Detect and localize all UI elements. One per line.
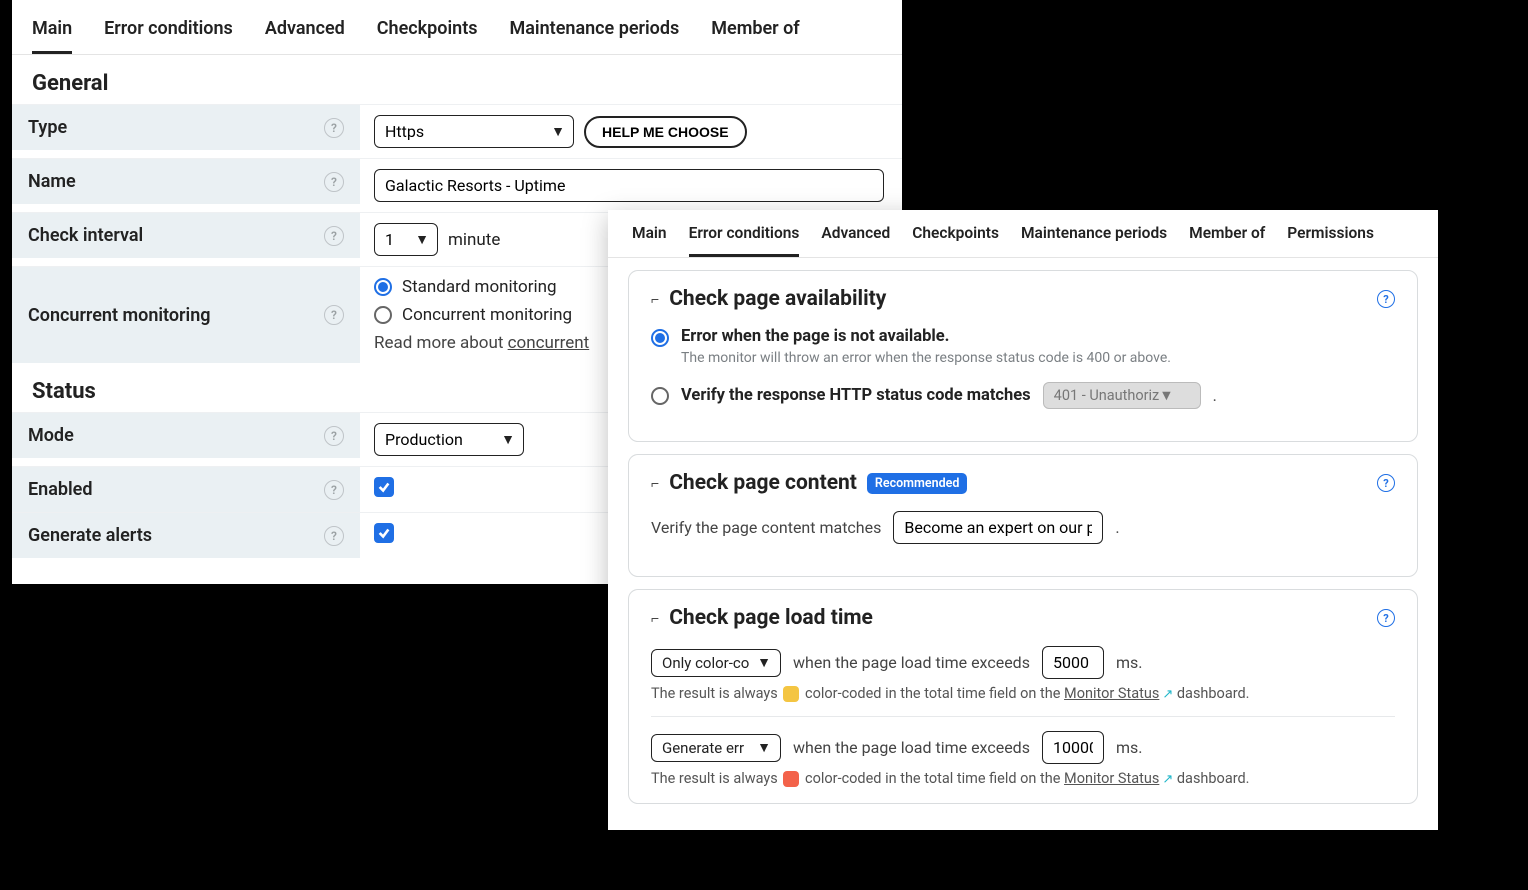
radio-standard-label: Standard monitoring bbox=[402, 277, 557, 297]
loadtime-value-1[interactable] bbox=[1042, 646, 1104, 679]
interval-select[interactable]: 1 bbox=[374, 223, 438, 256]
tab-error-conditions[interactable]: Error conditions bbox=[104, 18, 233, 54]
concurrent-readmore: Read more about concurrent bbox=[374, 333, 589, 353]
radio-concurrent-monitoring[interactable] bbox=[374, 306, 392, 324]
yellow-swatch-icon bbox=[783, 686, 799, 702]
chevron-down-icon: ▼ bbox=[1159, 387, 1173, 404]
loadtime-unit-2: ms. bbox=[1116, 738, 1143, 757]
mode-label: Mode bbox=[28, 425, 74, 446]
tab-main-r[interactable]: Main bbox=[632, 224, 667, 257]
help-icon[interactable]: ? bbox=[324, 480, 344, 500]
tab-advanced-r[interactable]: Advanced bbox=[821, 224, 890, 257]
card-content: ⌐ Check page content Recommended ? Verif… bbox=[628, 454, 1418, 577]
card-loadtime: ⌐ Check page load time ? Only color-co ▼… bbox=[628, 589, 1418, 804]
tab-member-of[interactable]: Member of bbox=[711, 18, 799, 54]
loadtime-value-2[interactable] bbox=[1042, 731, 1104, 764]
opt1-desc: The monitor will throw an error when the… bbox=[681, 350, 1171, 366]
radio-verify-status-code[interactable] bbox=[651, 387, 669, 405]
tab-permissions-r[interactable]: Permissions bbox=[1287, 224, 1374, 257]
interval-unit: minute bbox=[448, 230, 500, 250]
concurrent-link[interactable]: concurrent bbox=[508, 333, 590, 353]
tab-member-of-r[interactable]: Member of bbox=[1189, 224, 1265, 257]
monitor-status-link[interactable]: Monitor Status bbox=[1064, 770, 1159, 787]
loadtime-action-select-2[interactable]: Generate err ▼ bbox=[651, 734, 781, 762]
content-suffix: . bbox=[1115, 518, 1119, 537]
alerts-label: Generate alerts bbox=[28, 525, 152, 546]
help-icon[interactable]: ? bbox=[324, 226, 344, 246]
type-select[interactable]: Https bbox=[374, 115, 574, 148]
help-icon[interactable]: ? bbox=[324, 118, 344, 138]
red-swatch-icon bbox=[783, 771, 799, 787]
name-label: Name bbox=[28, 171, 76, 192]
radio-concurrent-label: Concurrent monitoring bbox=[402, 305, 572, 325]
external-link-icon: ↗ bbox=[1162, 772, 1173, 787]
radio-standard-monitoring[interactable] bbox=[374, 278, 392, 296]
tab-checkpoints-r[interactable]: Checkpoints bbox=[912, 224, 999, 257]
status-code-select: 401 - Unauthoriz ▼ bbox=[1043, 382, 1201, 409]
enabled-checkbox[interactable] bbox=[374, 477, 394, 497]
recommended-badge: Recommended bbox=[867, 473, 968, 494]
help-icon[interactable]: ? bbox=[1377, 290, 1395, 308]
tab-error-conditions-r[interactable]: Error conditions bbox=[689, 224, 800, 257]
mode-select[interactable]: Production bbox=[374, 423, 524, 456]
loadtime-sub-1: The result is always color-coded in the … bbox=[651, 685, 1395, 702]
help-me-choose-button[interactable]: HELP ME CHOOSE bbox=[584, 116, 747, 148]
chevron-down-icon: ▼ bbox=[757, 654, 771, 671]
content-match-input[interactable] bbox=[893, 511, 1103, 544]
row-name: Name ? bbox=[12, 158, 902, 212]
help-icon[interactable]: ? bbox=[1377, 609, 1395, 627]
help-icon[interactable]: ? bbox=[324, 172, 344, 192]
help-icon[interactable]: ? bbox=[324, 426, 344, 446]
content-prefix: Verify the page content matches bbox=[651, 518, 881, 537]
row-type: Type ? Https ▼ HELP ME CHOOSE bbox=[12, 104, 902, 158]
help-icon[interactable]: ? bbox=[324, 305, 344, 325]
loadtime-mid-2: when the page load time exceeds bbox=[793, 738, 1030, 757]
general-heading: General bbox=[12, 55, 902, 104]
card-availability: ⌐ Check page availability ? Error when t… bbox=[628, 270, 1418, 442]
collapse-icon[interactable]: ⌐ bbox=[651, 291, 659, 308]
loadtime-unit-1: ms. bbox=[1116, 653, 1143, 672]
radio-error-not-available[interactable] bbox=[651, 329, 669, 347]
help-icon[interactable]: ? bbox=[324, 526, 344, 546]
collapse-icon[interactable]: ⌐ bbox=[651, 475, 659, 492]
tab-advanced[interactable]: Advanced bbox=[265, 18, 345, 54]
opt2-suffix: . bbox=[1213, 386, 1217, 405]
tab-maintenance-r[interactable]: Maintenance periods bbox=[1021, 224, 1167, 257]
concurrent-label: Concurrent monitoring bbox=[28, 305, 211, 326]
tab-checkpoints[interactable]: Checkpoints bbox=[377, 18, 478, 54]
content-title: Check page content bbox=[669, 471, 857, 495]
tab-main[interactable]: Main bbox=[32, 18, 72, 54]
name-input[interactable] bbox=[374, 169, 884, 202]
tab-maintenance[interactable]: Maintenance periods bbox=[510, 18, 680, 54]
divider bbox=[651, 716, 1395, 717]
alerts-checkbox[interactable] bbox=[374, 523, 394, 543]
left-tabs: Main Error conditions Advanced Checkpoin… bbox=[12, 0, 902, 55]
error-conditions-panel: Main Error conditions Advanced Checkpoin… bbox=[608, 210, 1438, 830]
monitor-status-link[interactable]: Monitor Status bbox=[1064, 685, 1159, 702]
help-icon[interactable]: ? bbox=[1377, 474, 1395, 492]
loadtime-sub-2: The result is always color-coded in the … bbox=[651, 770, 1395, 787]
opt1-title: Error when the page is not available. bbox=[681, 327, 1171, 346]
right-tabs: Main Error conditions Advanced Checkpoin… bbox=[608, 210, 1438, 258]
availability-title: Check page availability bbox=[669, 287, 886, 311]
loadtime-mid-1: when the page load time exceeds bbox=[793, 653, 1030, 672]
loadtime-title: Check page load time bbox=[669, 606, 873, 630]
opt2-prefix: Verify the response HTTP status code mat… bbox=[681, 386, 1031, 405]
collapse-icon[interactable]: ⌐ bbox=[651, 610, 659, 627]
enabled-label: Enabled bbox=[28, 479, 93, 500]
external-link-icon: ↗ bbox=[1162, 687, 1173, 702]
chevron-down-icon: ▼ bbox=[757, 739, 771, 756]
loadtime-action-select-1[interactable]: Only color-co ▼ bbox=[651, 649, 781, 677]
interval-label: Check interval bbox=[28, 225, 143, 246]
type-label: Type bbox=[28, 117, 67, 138]
